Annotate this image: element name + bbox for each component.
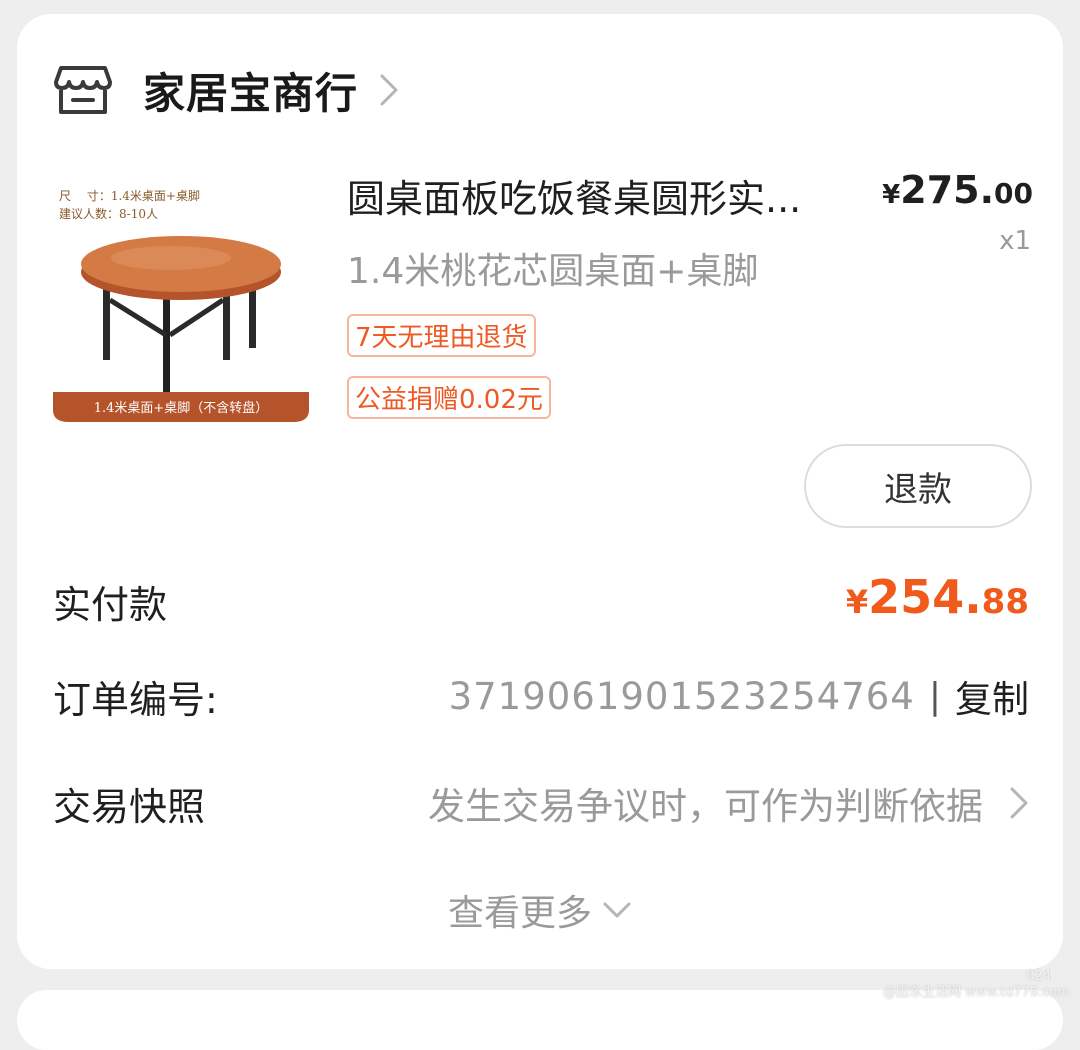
paid-integer: 254.: [868, 570, 982, 624]
chevron-down-icon: [602, 900, 632, 920]
store-icon: [53, 62, 113, 118]
product-price: ¥275.00: [882, 168, 1033, 212]
paid-label: 实付款: [53, 574, 167, 629]
paid-decimal: 88: [982, 582, 1029, 622]
refund-button[interactable]: 退款: [804, 444, 1032, 528]
shop-header[interactable]: 家居宝商行: [53, 60, 400, 120]
chevron-right-icon: [1009, 786, 1029, 820]
product-quantity: x1: [999, 226, 1031, 256]
image-size-text: 尺 寸：1.4米桌面+桌脚: [59, 188, 200, 203]
view-more-label: 查看更多: [448, 884, 592, 936]
order-number-label: 订单编号:: [53, 669, 218, 724]
order-separator: |: [929, 676, 941, 717]
product-title[interactable]: 圆桌面板吃饭餐桌圆形实...: [347, 168, 837, 223]
snapshot-row[interactable]: 发生交易争议时，可作为判断依据: [428, 776, 1029, 830]
charity-tag: 公益捐赠0.02元: [347, 376, 551, 419]
view-more-button[interactable]: 查看更多: [17, 884, 1063, 936]
price-currency: ¥: [882, 180, 900, 210]
return-policy-tag: 7天无理由退货: [347, 314, 536, 357]
price-integer: 275.: [900, 168, 994, 212]
order-number: 3719061901523254764: [449, 675, 915, 718]
image-banner-text: 1.4米桌面+桌脚（不含转盘）: [94, 400, 269, 416]
order-card: 家居宝商行 尺 寸：1.4米桌面+桌脚 建议人数：8-10人 1.4米桌面+桌脚…: [17, 14, 1063, 969]
watermark: @田东生活网 www.td776.com: [883, 981, 1070, 1000]
paid-amount: ¥254.88: [846, 570, 1029, 624]
copy-button[interactable]: 复制: [955, 669, 1029, 723]
paid-currency: ¥: [846, 583, 868, 621]
product-image[interactable]: 尺 寸：1.4米桌面+桌脚 建议人数：8-10人 1.4米桌面+桌脚（不含转盘）: [53, 160, 309, 432]
product-spec: 1.4米桃花芯圆桌面+桌脚: [347, 242, 758, 294]
snapshot-desc: 发生交易争议时，可作为判断依据: [428, 776, 983, 830]
image-people-text: 建议人数：8-10人: [59, 206, 158, 221]
chevron-right-icon: [378, 72, 400, 108]
price-decimal: 00: [994, 177, 1033, 210]
shop-name: 家居宝商行: [143, 60, 358, 121]
snapshot-label[interactable]: 交易快照: [53, 776, 205, 831]
order-number-row: 3719061901523254764 | 复制: [449, 669, 1029, 723]
round-table-illustration: 尺 寸：1.4米桌面+桌脚 建议人数：8-10人 1.4米桌面+桌脚（不含转盘）: [53, 160, 309, 432]
